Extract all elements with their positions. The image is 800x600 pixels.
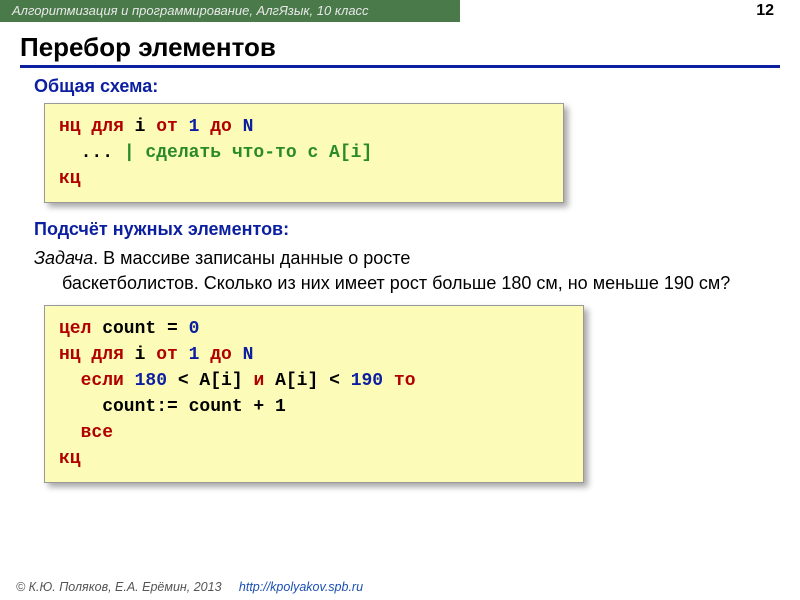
footer: © К.Ю. Поляков, Е.А. Ерёмин, 2013 http:/… xyxy=(16,580,363,594)
code-token: N xyxy=(243,117,254,137)
code-token: если xyxy=(81,371,135,391)
task-body-line1: . В массиве записаны данные о росте xyxy=(93,248,410,268)
task-body-line2: баскетболистов. Сколько из них имеет рос… xyxy=(34,271,766,295)
code-token: i xyxy=(124,345,156,365)
section-counting: Подсчёт нужных элементов: xyxy=(34,219,766,240)
task-text: Задача. В массиве записаны данные о рост… xyxy=(34,246,766,295)
code-block-count: цел count = 0 нц для i от 1 до N если 18… xyxy=(44,305,584,484)
code-token: нц для xyxy=(59,117,124,137)
code-block-loop-template: нц для i от 1 до N ... | сделать что-то … xyxy=(44,103,564,203)
code-comment: | сделать что-то с A[i] xyxy=(124,143,372,163)
code-token: от xyxy=(156,117,188,137)
code-token: до xyxy=(199,117,242,137)
code-token xyxy=(59,423,81,443)
code-token: i xyxy=(124,117,156,137)
code-token: A[i] < xyxy=(264,371,350,391)
footer-link: http://kpolyakov.spb.ru xyxy=(239,580,363,594)
page-number: 12 xyxy=(756,2,774,20)
code-token: 1 xyxy=(189,117,200,137)
course-banner: Алгоритмизация и программирование, АлгЯз… xyxy=(0,0,460,22)
section-general-scheme: Общая схема: xyxy=(34,76,766,97)
code-token: от xyxy=(156,345,188,365)
code-token: ... xyxy=(59,143,124,163)
code-token: < A[i] xyxy=(167,371,253,391)
code-token xyxy=(59,371,81,391)
slide-content: Общая схема: нц для i от 1 до N ... | сд… xyxy=(0,68,800,483)
code-token: нц для xyxy=(59,345,124,365)
code-token: count = xyxy=(91,319,188,339)
code-token: 0 xyxy=(189,319,200,339)
code-token: N xyxy=(243,345,254,365)
code-token: все xyxy=(81,423,113,443)
task-label: Задача xyxy=(34,248,93,268)
code-token: до xyxy=(199,345,242,365)
code-token: count:= count + 1 xyxy=(59,397,286,417)
code-token: 190 xyxy=(351,371,383,391)
code-token: и xyxy=(253,371,264,391)
code-token: то xyxy=(383,371,415,391)
code-token: кц xyxy=(59,449,81,469)
code-token: 180 xyxy=(135,371,167,391)
code-token: 1 xyxy=(189,345,200,365)
code-token: кц xyxy=(59,169,81,189)
slide-title: Перебор элементов xyxy=(20,32,780,63)
footer-copyright: © К.Ю. Поляков, Е.А. Ерёмин, 2013 xyxy=(16,580,222,594)
code-token: цел xyxy=(59,319,91,339)
